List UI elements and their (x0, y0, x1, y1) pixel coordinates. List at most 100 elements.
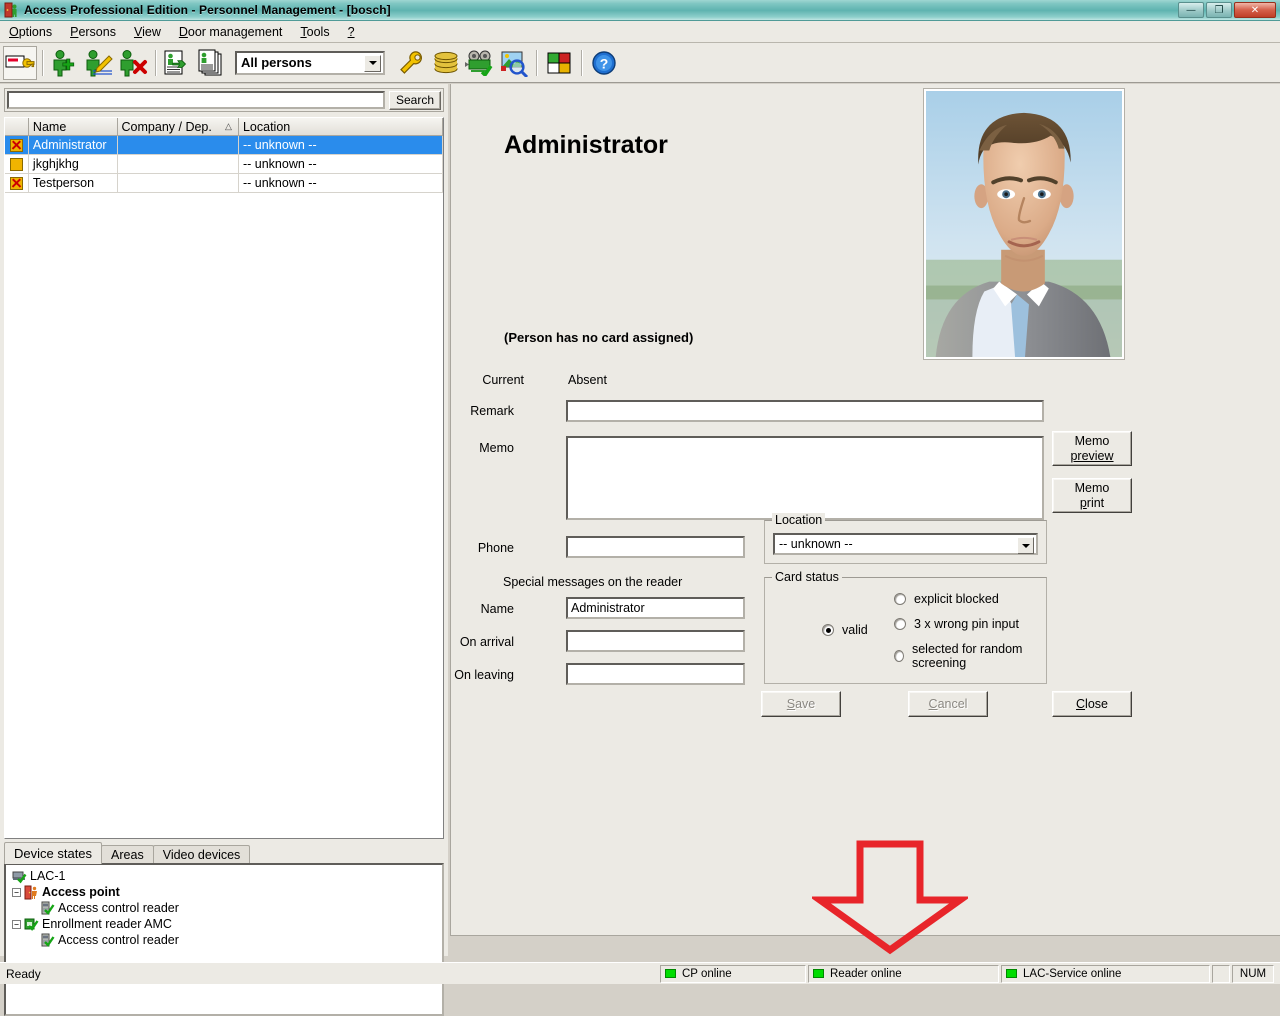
status-indicator-cp: CP online (660, 964, 806, 983)
lac-controller-icon (12, 869, 27, 884)
row-status-cell (5, 136, 29, 155)
door-person-icon (24, 885, 39, 900)
save-button-label: Save (786, 696, 816, 711)
status-led-green-icon (665, 969, 676, 978)
cancel-button[interactable]: Cancel (908, 691, 988, 717)
search-button[interactable]: Search (389, 90, 441, 110)
close-button-label: Close (1076, 696, 1108, 711)
restore-button[interactable]: ❐ (1206, 2, 1232, 18)
toolbar: All persons ? (0, 43, 1280, 117)
card-status-wrong-pin-label: 3 x wrong pin input (914, 617, 1019, 631)
location-select-value: -- unknown -- (779, 537, 853, 551)
memo-textarea[interactable] (566, 436, 1044, 520)
device-states-tree[interactable]: LAC-1 − Access point Access control read… (4, 863, 444, 1016)
edit-person-icon[interactable] (82, 46, 116, 80)
person-reports-icon[interactable] (195, 46, 229, 80)
menu-tools[interactable]: Tools (291, 23, 338, 41)
close-button[interactable]: Close (1052, 691, 1132, 717)
card-status-random-screening-row[interactable]: selected for random screening (894, 642, 1046, 670)
menu-persons[interactable]: Persons (61, 23, 125, 41)
tab-device-states[interactable]: Device states (4, 842, 103, 864)
person-filter-combo[interactable]: All persons (235, 50, 385, 75)
card-blocked-icon (9, 176, 23, 190)
person-photo[interactable] (923, 88, 1125, 360)
current-label: Current (482, 373, 524, 387)
image-search-icon[interactable] (497, 46, 531, 80)
person-data-export-icon[interactable] (161, 46, 195, 80)
tree-node-access-control-reader-2[interactable]: Access control reader (10, 932, 442, 948)
row-company (117, 136, 239, 155)
remark-input[interactable] (566, 400, 1044, 422)
minimize-button[interactable]: — (1178, 2, 1204, 18)
card-status-random-screening-radio[interactable] (894, 650, 904, 662)
card-blocked-icon (9, 138, 23, 152)
status-indicator-cp-label: CP online (682, 967, 732, 980)
tree-node-access-control-reader-1[interactable]: Access control reader (10, 900, 442, 916)
column-header-name[interactable]: Name (28, 118, 118, 136)
special-messages-label: Special messages on the reader (503, 575, 683, 589)
table-row[interactable]: jkghjkhg -- unknown -- (5, 155, 443, 174)
num-lock-indicator: NUM (1232, 964, 1274, 983)
card-status-blocked-label: explicit blocked (914, 592, 999, 606)
card-status-blocked-row[interactable]: explicit blocked (894, 592, 999, 606)
column-header-status[interactable] (5, 118, 29, 136)
search-input[interactable] (7, 91, 385, 109)
toolbar-separator (581, 49, 582, 76)
close-button[interactable]: ✕ (1234, 2, 1276, 18)
column-header-company[interactable]: Company / Dep. △ (117, 118, 239, 136)
wrench-icon[interactable] (395, 46, 429, 80)
menu-door-management[interactable]: Door management (170, 23, 292, 41)
card-status-wrong-pin-row[interactable]: 3 x wrong pin input (894, 617, 1019, 631)
column-header-company-label: Company / Dep. (121, 119, 212, 134)
tree-node-enrollment-reader-amc[interactable]: − Enrollment reader AMC (10, 916, 442, 932)
location-select[interactable]: -- unknown -- (773, 533, 1038, 555)
on-arrival-input[interactable] (566, 630, 745, 652)
tree-node-access-point[interactable]: − Access point (10, 884, 442, 900)
video-camera-icon[interactable] (463, 46, 497, 80)
toolbar-separator (536, 49, 537, 76)
app-door-person-icon (4, 2, 20, 18)
tree-node-label: LAC-1 (30, 869, 66, 883)
chevron-down-icon[interactable] (364, 54, 381, 72)
menu-options[interactable]: OOptionsptions (0, 23, 61, 41)
person-table-header: Name Company / Dep. △ Location (5, 118, 443, 136)
database-icon[interactable] (429, 46, 463, 80)
tab-video-devices[interactable]: Video devices (152, 845, 251, 864)
save-button[interactable]: Save (761, 691, 841, 717)
menu-view[interactable]: View (125, 23, 170, 41)
card-status-random-screening-label: selected for random screening (911, 642, 1023, 670)
chevron-down-icon[interactable] (1017, 537, 1034, 554)
add-person-icon[interactable] (48, 46, 82, 80)
device-panel-tabs: Device states Areas Video devices (4, 842, 444, 864)
person-filter-value: All persons (241, 55, 312, 70)
card-status-valid-row[interactable]: valid (822, 623, 868, 637)
phone-input[interactable] (566, 536, 745, 558)
card-assigned-icon (9, 157, 23, 171)
status-message: Ready (6, 966, 41, 981)
card-status-blocked-radio[interactable] (894, 593, 906, 605)
person-table[interactable]: Name Company / Dep. △ Location Administr… (4, 117, 444, 839)
color-grid-icon[interactable] (542, 46, 576, 80)
help-icon[interactable]: ? (587, 46, 621, 80)
card-status-valid-label: valid (842, 623, 868, 637)
delete-person-icon[interactable] (116, 46, 150, 80)
reader-name-input[interactable] (566, 597, 745, 619)
card-key-icon[interactable] (3, 45, 37, 80)
table-row[interactable]: Testperson -- unknown -- (5, 174, 443, 193)
sort-ascending-icon: △ (225, 121, 232, 131)
tree-node-lac-1[interactable]: LAC-1 (10, 868, 442, 884)
card-status-valid-radio[interactable] (822, 624, 834, 636)
on-leaving-input[interactable] (566, 663, 745, 685)
no-card-assigned-note: (Person has no card assigned) (504, 330, 694, 345)
memo-preview-button[interactable]: Memo preview (1052, 431, 1132, 466)
collapse-expander-icon[interactable]: − (12, 919, 21, 929)
table-row[interactable]: Administrator -- unknown -- (5, 136, 443, 155)
person-list-pane: Search Name Company / Dep. △ Location Ad… (0, 84, 448, 1016)
memo-print-button[interactable]: Memo print (1052, 478, 1132, 513)
tab-areas[interactable]: Areas (101, 845, 154, 864)
column-header-location[interactable]: Location (238, 118, 443, 136)
menu-help[interactable]: ? (339, 23, 364, 41)
page-title: Administrator (504, 131, 668, 159)
card-status-wrong-pin-radio[interactable] (894, 618, 906, 630)
collapse-expander-icon[interactable]: − (12, 887, 21, 897)
